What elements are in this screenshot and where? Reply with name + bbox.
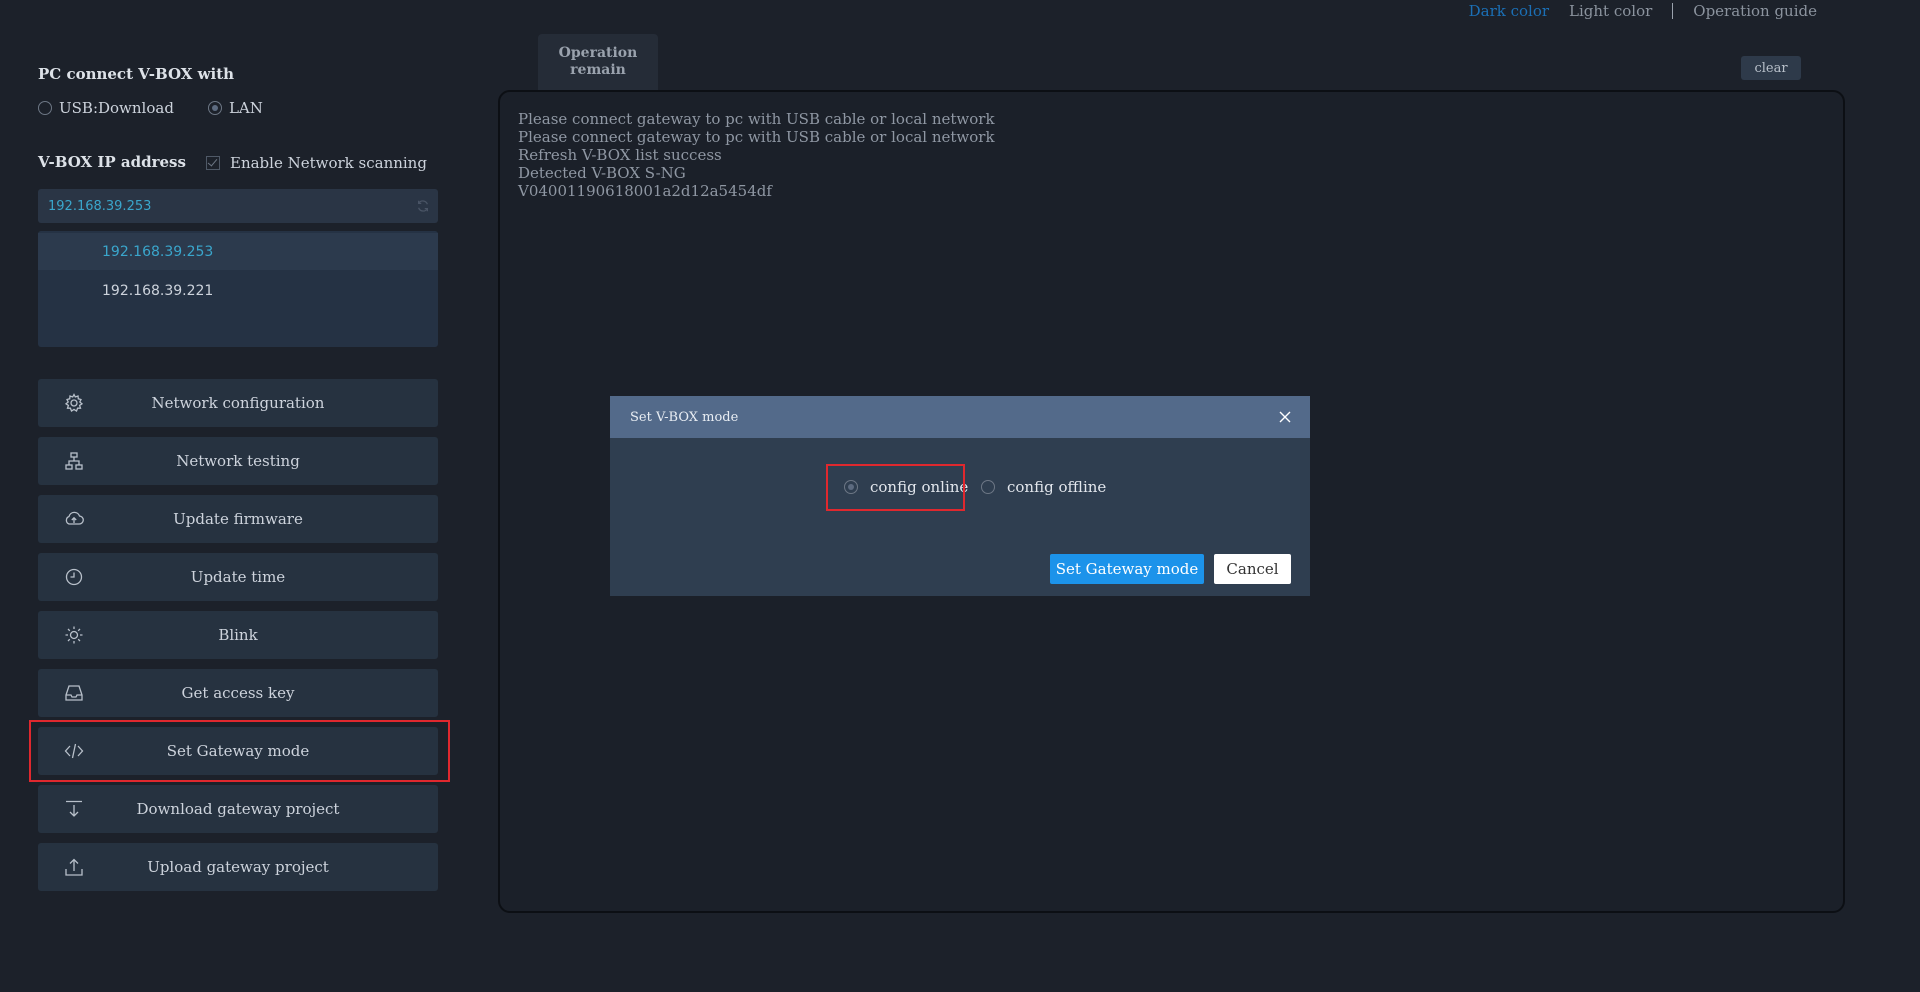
network-testing-button[interactable]: Network testing bbox=[38, 437, 438, 485]
ip-address-input[interactable]: 192.168.39.253 bbox=[38, 189, 438, 223]
clock-icon bbox=[64, 567, 84, 587]
network-scan-label: Enable Network scanning bbox=[230, 154, 427, 172]
update-firmware-button[interactable]: Update firmware bbox=[38, 495, 438, 543]
connection-options: USB:Download LAN bbox=[38, 99, 263, 117]
upload-gateway-project-button[interactable]: Upload gateway project bbox=[38, 843, 438, 891]
lan-radio[interactable] bbox=[207, 101, 222, 115]
cloud-upload-icon bbox=[64, 509, 84, 529]
light-color-link[interactable]: Light color bbox=[1559, 2, 1662, 20]
get-access-key-button[interactable]: Get access key bbox=[38, 669, 438, 717]
refresh-icon[interactable] bbox=[416, 199, 430, 213]
network-configuration-label: Network configuration bbox=[151, 394, 325, 412]
ip-list-item[interactable]: 192.168.39.221 bbox=[38, 272, 438, 309]
connection-title: PC connect V-BOX with bbox=[38, 65, 235, 83]
config-offline-radio[interactable] bbox=[981, 480, 995, 494]
blink-label: Blink bbox=[218, 626, 258, 644]
network-icon bbox=[64, 451, 84, 471]
update-firmware-label: Update firmware bbox=[173, 510, 303, 528]
download-gateway-project-label: Download gateway project bbox=[136, 800, 340, 818]
highlight-box bbox=[29, 720, 450, 782]
inbox-icon bbox=[64, 683, 84, 703]
network-scan-checkbox[interactable] bbox=[206, 156, 220, 170]
log-line: V04001190618001a2d12a5454df bbox=[518, 182, 772, 200]
upload-icon bbox=[64, 857, 84, 877]
log-line: Detected V-BOX S-NG bbox=[518, 164, 686, 182]
update-time-label: Update time bbox=[190, 568, 286, 586]
sun-icon bbox=[64, 625, 84, 645]
blink-button[interactable]: Blink bbox=[38, 611, 438, 659]
config-offline-option[interactable]: config offline bbox=[981, 478, 1106, 496]
lan-radio-label: LAN bbox=[228, 99, 263, 117]
ip-section-title: V-BOX IP address bbox=[38, 153, 186, 171]
close-icon[interactable] bbox=[1278, 410, 1292, 424]
update-time-button[interactable]: Update time bbox=[38, 553, 438, 601]
network-scan-option[interactable]: Enable Network scanning bbox=[206, 154, 427, 172]
ip-list-item[interactable]: 192.168.39.253 bbox=[38, 233, 438, 270]
operation-guide-link[interactable]: Operation guide bbox=[1683, 2, 1827, 20]
ip-address-value: 192.168.39.253 bbox=[48, 198, 152, 214]
network-configuration-button[interactable]: Network configuration bbox=[38, 379, 438, 427]
tab-operation-remain[interactable]: Operation remain bbox=[538, 34, 658, 90]
log-line: Please connect gateway to pc with USB ca… bbox=[518, 110, 995, 128]
dark-color-link[interactable]: Dark color bbox=[1459, 2, 1559, 20]
log-line: Please connect gateway to pc with USB ca… bbox=[518, 128, 995, 146]
usb-radio[interactable] bbox=[38, 101, 52, 115]
highlight-box bbox=[826, 464, 965, 511]
set-vbox-mode-dialog: Set V-BOX mode config online config offl… bbox=[610, 396, 1310, 596]
config-offline-label: config offline bbox=[1007, 478, 1107, 496]
divider bbox=[1672, 3, 1674, 19]
clear-button[interactable]: clear bbox=[1741, 56, 1801, 80]
tab-label: Operation remain bbox=[558, 45, 638, 78]
ip-list: 192.168.39.253 192.168.39.221 bbox=[38, 231, 438, 347]
dialog-header: Set V-BOX mode bbox=[610, 396, 1310, 438]
upload-gateway-project-label: Upload gateway project bbox=[147, 858, 329, 876]
top-bar: Dark color Light color Operation guide bbox=[1459, 2, 1827, 20]
lan-radio-option[interactable]: LAN bbox=[207, 99, 263, 117]
download-gateway-project-button[interactable]: Download gateway project bbox=[38, 785, 438, 833]
log-lines: Please connect gateway to pc with USB ca… bbox=[518, 110, 995, 200]
network-testing-label: Network testing bbox=[176, 452, 300, 470]
set-gateway-mode-confirm-button[interactable]: Set Gateway mode bbox=[1050, 554, 1204, 584]
get-access-key-label: Get access key bbox=[181, 684, 295, 702]
usb-radio-option[interactable]: USB:Download bbox=[38, 99, 174, 117]
cancel-button[interactable]: Cancel bbox=[1214, 554, 1291, 584]
download-icon bbox=[64, 799, 84, 819]
log-line: Refresh V-BOX list success bbox=[518, 146, 722, 164]
gear-icon bbox=[64, 393, 84, 413]
dialog-title: Set V-BOX mode bbox=[630, 409, 739, 425]
usb-radio-label: USB:Download bbox=[59, 99, 174, 117]
